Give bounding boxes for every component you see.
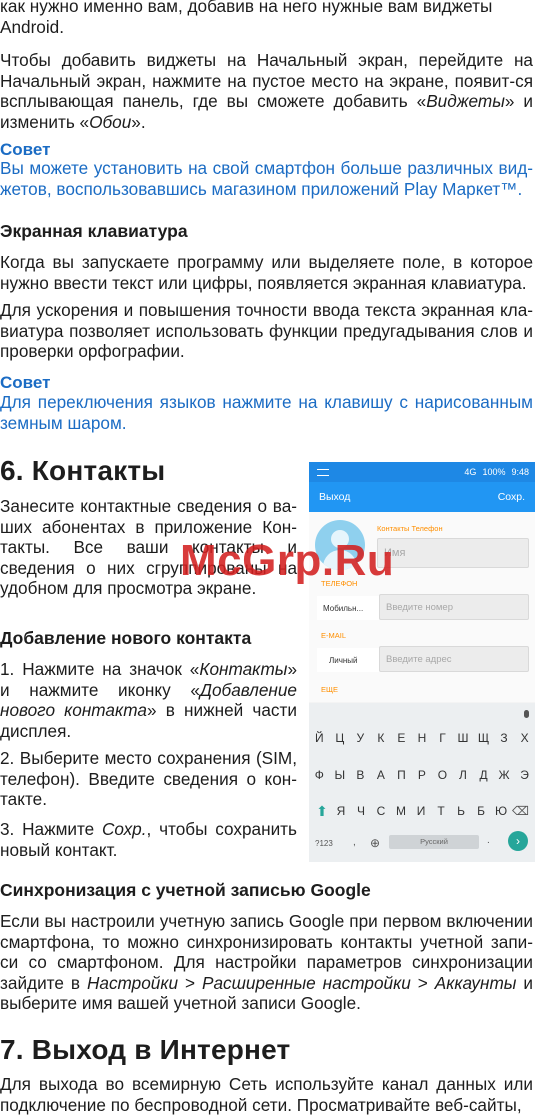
paragraph: Когда вы запускаете программу или выделя… <box>0 252 533 293</box>
key-row-3: ЯЧСМИТЬБЮ <box>331 804 511 818</box>
key[interactable]: Ч <box>353 804 369 818</box>
text-italic: Настройки <box>86 972 179 993</box>
phone-screenshot: 4G 100% 9:48 Выход Сохр. Контакты Телефо… <box>309 462 535 862</box>
watermark: McGrp.Ru <box>180 536 395 585</box>
key[interactable]: Л <box>455 768 471 782</box>
email-input[interactable]: Введите адрес <box>379 646 529 672</box>
status-bar: 4G 100% 9:48 <box>309 462 535 482</box>
key[interactable]: Й <box>311 731 327 745</box>
exit-button[interactable]: Выход <box>319 491 350 503</box>
step-1: 1. Нажмите на значок «Контакты» и нажмит… <box>0 659 297 741</box>
clock: 9:48 <box>511 467 529 477</box>
chapter-heading: 7. Выход в Интернет <box>0 1034 291 1065</box>
tip-text: Для переключения языков нажмите на клави… <box>0 392 533 433</box>
network-indicator: 4G <box>464 467 477 477</box>
key[interactable]: Р <box>414 768 430 782</box>
key[interactable]: О <box>434 768 450 782</box>
name-input[interactable]: Имя <box>377 538 529 568</box>
key[interactable]: Ф <box>311 768 327 782</box>
key[interactable]: Е <box>393 731 409 745</box>
text: 3. Нажмите <box>0 819 102 839</box>
period-key[interactable]: . <box>487 835 490 846</box>
step-2: 2. Выберите место сохранения (SIM, телеф… <box>0 748 297 810</box>
comma-key[interactable]: , <box>353 837 356 848</box>
keyboard-bottom-row: ?123 , ⊕ Русский . › <box>309 831 535 857</box>
text-italic: Расширенные настройки <box>202 972 411 993</box>
key[interactable]: Х <box>517 731 533 745</box>
key[interactable]: Т <box>433 804 449 818</box>
step-3: 3. Нажмите Сохр., чтобы сохранить новый … <box>0 819 297 860</box>
backspace-key-icon[interactable]: ⌫ <box>512 804 529 818</box>
text-italic: Виджеты <box>426 91 505 112</box>
key[interactable]: А <box>373 768 389 782</box>
phone-type-select[interactable]: Мобильн... <box>317 596 379 620</box>
tip-heading: Совет <box>0 373 51 392</box>
key[interactable]: Ы <box>332 768 348 782</box>
text-italic: Обои <box>89 111 132 132</box>
key[interactable]: Э <box>517 768 533 782</box>
key[interactable]: П <box>393 768 409 782</box>
text: ». <box>131 111 146 132</box>
paragraph-continued: как нужно именно вам, добавив на него ну… <box>0 0 533 37</box>
paragraph-widgets: Чтобы добавить виджеты на Начальный экра… <box>0 50 533 132</box>
symbols-key[interactable]: ?123 <box>315 839 333 848</box>
key[interactable]: К <box>373 731 389 745</box>
enter-arrow-icon[interactable]: › <box>508 831 528 851</box>
key[interactable]: Д <box>476 768 492 782</box>
save-button[interactable]: Сохр. <box>498 491 525 503</box>
text: > <box>410 972 435 993</box>
shift-key-icon[interactable]: ⬆ <box>314 803 330 819</box>
space-key[interactable]: Русский <box>389 835 479 849</box>
key[interactable]: Ь <box>453 804 469 818</box>
paragraph-sync: Если вы настроили учетную запись Google … <box>0 911 533 1014</box>
email-label: E-MAIL <box>321 631 347 640</box>
key[interactable]: Ю <box>493 804 509 818</box>
section-heading: Синхронизация с учетной записью Google <box>0 880 371 900</box>
mic-icon[interactable] <box>524 710 529 718</box>
key[interactable]: Б <box>473 804 489 818</box>
key[interactable]: У <box>352 731 368 745</box>
tip-text: Вы можете установить на свой смартфон бо… <box>0 158 533 199</box>
key-row-1: ЙЦУКЕНГШЩЗХ <box>309 731 535 745</box>
section-heading: Добавление нового контакта <box>0 628 252 648</box>
app-bar: Выход Сохр. <box>309 482 535 512</box>
paragraph: Для ускорения и повышения точности ввода… <box>0 300 533 362</box>
key-row-2: ФЫВАПРОЛДЖЭ <box>309 768 535 782</box>
key[interactable]: Г <box>434 731 450 745</box>
onscreen-keyboard: ЙЦУКЕНГШЩЗХ ФЫВАПРОЛДЖЭ ЯЧСМИТЬБЮ ⬆ ⌫ ?1… <box>309 703 535 862</box>
key[interactable]: З <box>496 731 512 745</box>
text: Android. <box>0 16 65 37</box>
key[interactable]: И <box>413 804 429 818</box>
battery-indicator: 100% <box>482 467 506 477</box>
text-italic: Аккаунты <box>434 972 517 993</box>
key[interactable]: Н <box>414 731 430 745</box>
key[interactable]: М <box>393 804 409 818</box>
paragraph: Для выхода во всемирную Сеть используйте… <box>0 1074 533 1115</box>
email-type-select[interactable]: Личный <box>317 648 379 672</box>
section-heading: Экранная клавиатура <box>0 221 188 241</box>
text: как нужно именно вам, добавив на него ну… <box>0 0 493 16</box>
key[interactable]: Ж <box>496 768 512 782</box>
text: 1. Нажмите на значок « <box>0 659 200 679</box>
chapter-heading: 6. Контакты <box>0 455 166 486</box>
text-italic: Контакты <box>199 659 288 679</box>
tip-heading: Совет <box>0 140 51 159</box>
account-label: Контакты Телефон <box>377 524 443 533</box>
key[interactable]: Ц <box>332 731 348 745</box>
more-label[interactable]: ЕЩЕ <box>321 685 338 694</box>
key[interactable]: В <box>352 768 368 782</box>
key[interactable]: С <box>373 804 389 818</box>
key[interactable]: Ш <box>455 731 471 745</box>
notification-icon <box>317 469 329 476</box>
key[interactable]: Я <box>333 804 349 818</box>
text: > <box>178 972 203 993</box>
text-italic: Сохр. <box>102 819 147 839</box>
globe-icon[interactable]: ⊕ <box>370 836 380 850</box>
phone-input[interactable]: Введите номер <box>379 594 529 620</box>
key[interactable]: Щ <box>476 731 492 745</box>
